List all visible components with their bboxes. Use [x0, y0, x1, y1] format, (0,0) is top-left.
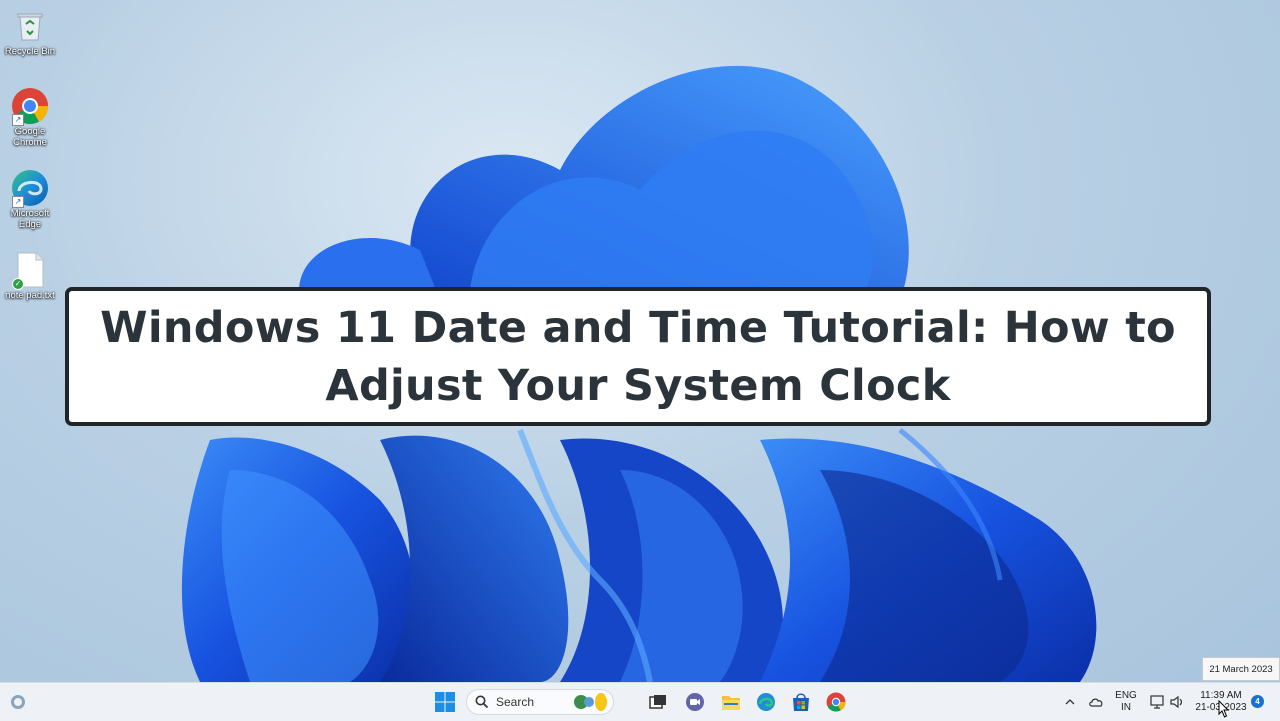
file-explorer-button[interactable] — [718, 683, 744, 721]
date-tooltip: 21 March 2023 — [1202, 657, 1280, 681]
search-icon — [475, 695, 489, 709]
search-placeholder: Search — [496, 695, 535, 709]
taskbar-search-box[interactable]: Search — [466, 689, 614, 715]
desktop-icon-chrome[interactable]: ↗ Google Chrome — [2, 86, 58, 148]
teams-chat-button[interactable] — [682, 683, 708, 721]
chrome-icon — [826, 692, 846, 712]
chrome-icon: ↗ — [10, 86, 50, 126]
chrome-taskbar-button[interactable] — [823, 683, 849, 721]
language-indicator[interactable]: ENG IN — [1112, 683, 1140, 721]
network-icon — [1150, 695, 1164, 709]
task-view-icon — [649, 695, 666, 709]
tutorial-title-banner: Windows 11 Date and Time Tutorial: How t… — [65, 287, 1211, 426]
store-icon — [793, 693, 809, 711]
desktop-icon-label: note pad.txt — [5, 290, 55, 301]
store-button[interactable] — [788, 683, 814, 721]
search-highlight-icon — [574, 693, 607, 711]
task-view-button[interactable] — [646, 683, 670, 721]
desktop-icon-label: Microsoft Edge — [10, 208, 50, 230]
taskbar: Search ENG IN 11:39 AM 4 — [0, 682, 1280, 721]
show-hidden-icons-button[interactable] — [1062, 683, 1078, 721]
desktop-icon-recycle-bin[interactable]: Recycle Bin — [2, 6, 58, 57]
edge-taskbar-button[interactable] — [753, 683, 779, 721]
region-code: IN — [1121, 702, 1131, 713]
weather-icon — [11, 695, 25, 709]
volume-button[interactable] — [1167, 683, 1187, 721]
speaker-icon — [1170, 695, 1183, 709]
file-explorer-icon — [722, 696, 740, 710]
cloud-icon — [1089, 698, 1103, 707]
desktop-icon-edge[interactable]: ↗ Microsoft Edge — [2, 168, 58, 230]
language-code: ENG — [1115, 690, 1137, 701]
title-line-1: Windows 11 Date and Time Tutorial: How t… — [100, 302, 1176, 353]
text-file-icon: ✓ — [10, 250, 50, 290]
title-line-2: Adjust Your System Clock — [325, 360, 951, 411]
onedrive-button[interactable] — [1086, 683, 1106, 721]
desktop-icon-label: Recycle Bin — [4, 46, 56, 57]
recycle-bin-icon — [10, 6, 50, 46]
edge-icon — [757, 693, 775, 711]
notification-badge[interactable]: 4 — [1251, 695, 1264, 708]
tutorial-title: Windows 11 Date and Time Tutorial: How t… — [80, 299, 1196, 415]
teams-chat-icon — [686, 693, 704, 711]
start-icon — [435, 692, 455, 712]
chevron-up-icon — [1065, 699, 1075, 705]
network-button[interactable] — [1147, 683, 1167, 721]
weather-widget-button[interactable] — [6, 683, 30, 721]
desktop-icon-notepad-file[interactable]: ✓ note pad.txt — [2, 250, 58, 301]
desktop-icon-label: Google Chrome — [13, 126, 47, 148]
mouse-cursor-icon — [1218, 700, 1230, 718]
start-button[interactable] — [432, 683, 458, 721]
edge-icon: ↗ — [10, 168, 50, 208]
